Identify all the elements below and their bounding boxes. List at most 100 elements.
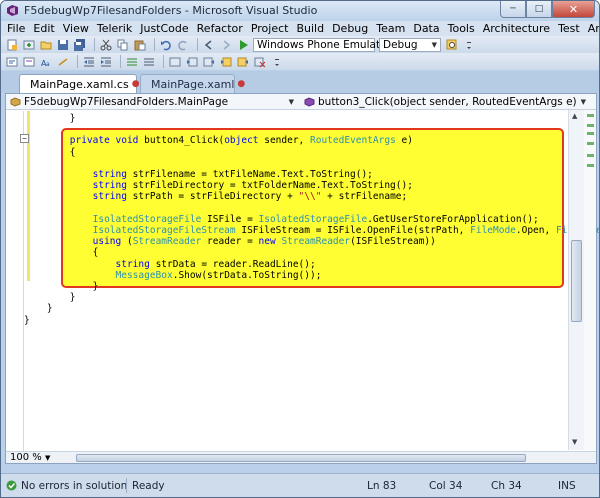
display-object-member-list-icon[interactable] <box>5 55 19 68</box>
toolbar-options-icon[interactable] <box>270 55 284 68</box>
code-line: } <box>24 113 76 124</box>
code-line: } <box>24 292 76 303</box>
quick-info-icon[interactable]: Aa <box>39 55 53 68</box>
member-selector-value: button3_Click(object sender, RoutedEvent… <box>318 96 577 108</box>
code-token: + strFilename; <box>321 191 408 203</box>
next-bookmark-in-folder-icon[interactable] <box>236 55 250 68</box>
menu-item-architecture[interactable]: Architecture <box>483 22 550 35</box>
toolbar-separator <box>154 38 155 51</box>
navigate-backward-icon[interactable] <box>202 38 216 51</box>
save-icon[interactable] <box>56 38 70 51</box>
word-completion-icon[interactable] <box>56 55 70 68</box>
add-item-icon[interactable] <box>22 38 36 51</box>
code-token: { <box>24 146 76 158</box>
code-token: StreamReader <box>132 236 202 248</box>
chevron-down-icon: ▼ <box>431 40 437 49</box>
checkmark-icon <box>6 480 17 491</box>
standard-toolbar: Windows Phone Emulator▼ Debug ▼ <box>1 36 599 53</box>
menu-item-analyze[interactable]: Analyze <box>588 22 599 35</box>
configuration-dropdown[interactable]: Debug ▼ <box>379 37 441 52</box>
code-token: string <box>24 191 127 203</box>
zoom-level[interactable]: 100 % ▼ <box>10 452 50 464</box>
code-line: string strData = reader.ReadLine(); <box>24 259 316 270</box>
clear-bookmarks-icon[interactable] <box>253 55 267 68</box>
menu-item-justcode[interactable]: JustCode <box>140 22 188 35</box>
new-project-icon[interactable] <box>5 38 19 51</box>
scroll-down-icon[interactable]: ▼ <box>572 438 577 446</box>
code-token: strData = reader.ReadLine(); <box>149 258 316 270</box>
find-in-files-icon[interactable] <box>445 38 459 51</box>
cut-icon[interactable] <box>99 38 113 51</box>
tab-mainpage-xaml-cs[interactable]: c# MainPage.xaml.cs ● × <box>19 74 153 93</box>
code-token: button4_Click( <box>144 135 225 147</box>
code-line: IsolatedStorageFileStream ISFileStream =… <box>24 225 599 236</box>
vertical-scrollbar[interactable]: ▲ ▼ <box>568 110 584 450</box>
menu-item-build[interactable]: Build <box>296 22 324 35</box>
class-selector-value: F5debugWp7FilesandFolders.MainPage <box>24 96 229 108</box>
horizontal-scroll-thumb[interactable] <box>76 454 526 462</box>
status-separator <box>126 478 127 493</box>
redo-icon[interactable] <box>176 38 190 51</box>
code-editor[interactable]: F5debugWp7FilesandFolders.MainPage ▼ but… <box>5 93 599 464</box>
close-button[interactable]: ✕ <box>552 1 595 18</box>
start-debugging-icon[interactable] <box>236 38 250 51</box>
toolbar-options-icon[interactable] <box>462 38 476 51</box>
code-token: "\\" <box>298 191 322 203</box>
scroll-up-icon[interactable]: ▲ <box>572 112 577 120</box>
code-line: string strFilename = txtFileName.Text.To… <box>24 169 373 180</box>
open-folder-icon[interactable] <box>39 38 53 51</box>
previous-bookmark-icon[interactable] <box>185 55 199 68</box>
vertical-scroll-thumb[interactable] <box>571 240 582 322</box>
class-selector-dropdown[interactable]: F5debugWp7FilesandFolders.MainPage ▼ <box>8 95 298 109</box>
code-line: } <box>24 315 30 326</box>
comment-lines-icon[interactable] <box>125 55 139 68</box>
menu-item-test[interactable]: Test <box>558 22 580 35</box>
menu-item-edit[interactable]: Edit <box>33 22 54 35</box>
insert-mode: INS <box>558 480 576 492</box>
parameter-info-icon[interactable] <box>22 55 36 68</box>
menu-item-tools[interactable]: Tools <box>448 22 475 35</box>
error-status[interactable]: No errors in solution <box>21 480 127 492</box>
navigate-forward-icon[interactable] <box>219 38 233 51</box>
copy-icon[interactable] <box>116 38 130 51</box>
menu-item-telerik[interactable]: Telerik <box>97 22 132 35</box>
increase-indent-icon[interactable] <box>99 55 113 68</box>
uncomment-lines-icon[interactable] <box>142 55 156 68</box>
menu-item-project[interactable]: Project <box>251 22 289 35</box>
chevron-down-icon: ▼ <box>288 98 294 106</box>
title-bar: F5debugWp7FilesandFolders - Microsoft Vi… <box>1 1 599 21</box>
method-icon <box>304 97 315 107</box>
decrease-indent-icon[interactable] <box>82 55 96 68</box>
menu-item-view[interactable]: View <box>63 22 89 35</box>
tab-label: MainPage.xaml.cs <box>30 77 129 91</box>
code-line: { <box>24 146 76 158</box>
next-bookmark-icon[interactable] <box>202 55 216 68</box>
menu-item-file[interactable]: File <box>7 22 25 35</box>
previous-bookmark-in-folder-icon[interactable] <box>219 55 233 68</box>
tab-mainpage-xaml[interactable]: MainPage.xaml ● <box>140 74 245 93</box>
toggle-bookmark-icon[interactable] <box>168 55 182 68</box>
minimize-button[interactable]: ─ <box>500 1 526 18</box>
zoom-value: 100 % <box>10 452 42 463</box>
code-token: strFileDirectory = txtFolderName.Text.To… <box>126 180 413 192</box>
code-token: FileMode <box>470 225 516 236</box>
menu-item-refactor[interactable]: Refactor <box>197 22 243 35</box>
menu-item-team[interactable]: Team <box>376 22 405 35</box>
code-token: string <box>24 258 150 270</box>
paste-icon[interactable] <box>133 38 147 51</box>
menu-item-debug[interactable]: Debug <box>332 22 368 35</box>
member-selector-dropdown[interactable]: button3_Click(object sender, RoutedEvent… <box>302 95 590 109</box>
menu-item-data[interactable]: Data <box>413 22 439 35</box>
save-all-icon[interactable] <box>73 38 87 51</box>
navigation-bar: F5debugWp7FilesandFolders.MainPage ▼ but… <box>6 94 596 110</box>
code-token: (ISFileStream)) <box>350 236 436 248</box>
code-token: private void <box>24 135 145 147</box>
target-device-dropdown[interactable]: Windows Phone Emulator▼ <box>253 37 400 52</box>
undo-icon[interactable] <box>159 38 173 51</box>
configuration-value: Debug <box>383 38 418 51</box>
code-token: strFilename = txtFileName.Text.ToString(… <box>126 169 373 180</box>
chevron-down-icon: ▼ <box>44 454 51 462</box>
toolbar-separator <box>94 38 95 51</box>
code-token: string <box>24 169 127 180</box>
maximize-button[interactable]: □ <box>526 1 552 18</box>
